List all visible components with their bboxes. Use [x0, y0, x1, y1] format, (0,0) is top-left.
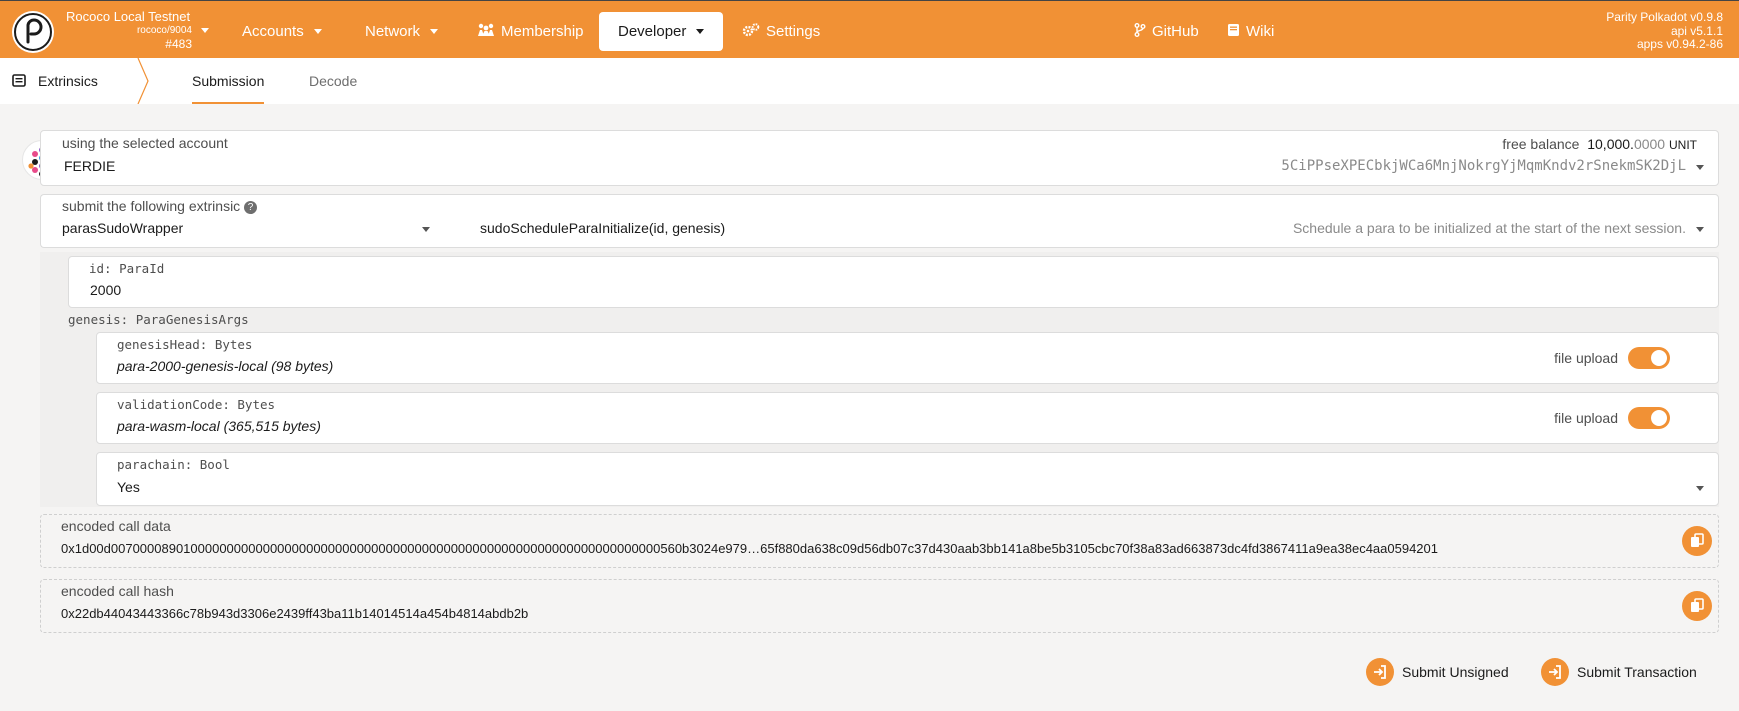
- gears-icon: [742, 13, 760, 52]
- top-navbar: Rococo Local Testnet rococo/9004 #483 Ac…: [0, 0, 1739, 58]
- breadcrumb-chevron-icon: [137, 58, 149, 104]
- method-value: sudoScheduleParaInitialize(id, genesis): [480, 220, 726, 236]
- copy-icon: [1691, 598, 1704, 612]
- encoded-call-hash-field: encoded call hash 0x22db44043443366c78b9…: [40, 579, 1719, 633]
- free-balance: free balance 10,000.0000 UNIT: [1502, 136, 1697, 152]
- param-validation-code-field[interactable]: validationCode: Bytes para-wasm-local (3…: [96, 392, 1719, 444]
- account-address: 5CiPPseXPECbkjWCa6MnjNokrgYjMqmKndv2rSne…: [1281, 158, 1686, 174]
- users-icon: [477, 13, 495, 52]
- file-upload-toggle[interactable]: [1628, 407, 1670, 429]
- param-validation-code-value: para-wasm-local (365,515 bytes): [117, 418, 321, 434]
- chevron-down-icon: [1696, 486, 1704, 491]
- nav-github-label: GitHub: [1152, 23, 1199, 40]
- method-description: Schedule a para to be initialized at the…: [1292, 220, 1686, 236]
- balance-integer: 10,000.: [1587, 136, 1634, 152]
- chevron-down-icon: [1696, 165, 1704, 170]
- param-id-value: 2000: [90, 282, 122, 298]
- nav-network-label: Network: [365, 23, 421, 40]
- chevron-down-icon: [1696, 227, 1704, 232]
- version-info: Parity Polkadot v0.9.8 api v5.1.1 apps v…: [1606, 10, 1723, 52]
- book-icon: [1227, 13, 1240, 52]
- nav-settings-label: Settings: [766, 23, 821, 40]
- chevron-down-icon: [430, 29, 439, 34]
- module-select[interactable]: submit the following extrinsic ? parasSu…: [40, 194, 446, 248]
- encoded-call-hash-value: 0x22db44043443366c78b943d3306e2439ff43ba…: [61, 606, 529, 621]
- encoded-call-data-label: encoded call data: [61, 518, 171, 534]
- extrinsics-icon: [12, 59, 26, 105]
- tab-decode-label: Decode: [309, 73, 358, 89]
- module-value: parasSudoWrapper: [62, 220, 184, 236]
- encoded-call-hash-label: encoded call hash: [61, 583, 174, 599]
- balance-unit: UNIT: [1669, 138, 1697, 152]
- nav-membership-label: Membership: [501, 23, 584, 40]
- encoded-call-data-value: 0x1d00d007000089010000000000000000000000…: [61, 541, 1438, 556]
- section-title: Extrinsics: [12, 58, 98, 104]
- apps-version: apps v0.94.2-86: [1636, 37, 1723, 51]
- nav-membership[interactable]: Membership: [465, 12, 596, 51]
- sign-in-icon: [1366, 658, 1394, 686]
- validation-code-file-upload: file upload: [1554, 407, 1670, 429]
- submit-transaction-button[interactable]: Submit Transaction: [1541, 658, 1697, 686]
- nav-github[interactable]: GitHub: [1122, 12, 1211, 51]
- chain-selector[interactable]: Rococo Local Testnet rococo/9004 #483: [66, 10, 216, 51]
- chain-name: Rococo Local Testnet: [66, 9, 191, 24]
- param-genesis-head-value: para-2000-genesis-local (98 bytes): [117, 358, 334, 374]
- balance-decimals: 0000: [1633, 136, 1666, 152]
- submit-transaction-label: Submit Transaction: [1577, 664, 1697, 680]
- copy-call-data-button[interactable]: [1682, 526, 1712, 556]
- param-id-field[interactable]: id: ParaId 2000: [68, 256, 1719, 308]
- chevron-down-icon: [201, 28, 209, 33]
- nav-developer-label: Developer: [618, 23, 687, 40]
- account-label: using the selected account: [62, 135, 228, 151]
- encoded-call-data-field: encoded call data 0x1d00d007000089010000…: [40, 514, 1719, 568]
- help-icon[interactable]: ?: [244, 201, 258, 214]
- tab-decode[interactable]: Decode: [295, 58, 371, 104]
- tab-submission-label: Submission: [192, 73, 265, 89]
- sub-navbar: Extrinsics Submission Decode: [0, 58, 1739, 104]
- submit-unsigned-button[interactable]: Submit Unsigned: [1366, 658, 1509, 686]
- account-name: FERDIE: [64, 158, 116, 174]
- sign-in-icon: [1541, 658, 1569, 686]
- param-parachain-value: Yes: [117, 479, 140, 495]
- section-title-label: Extrinsics: [38, 73, 98, 89]
- code-branch-icon: [1134, 13, 1146, 52]
- submit-unsigned-label: Submit Unsigned: [1402, 664, 1509, 680]
- free-balance-label: free balance: [1502, 136, 1580, 152]
- nav-wiki-label: Wiki: [1246, 23, 1275, 40]
- file-upload-toggle[interactable]: [1628, 347, 1670, 369]
- chain-spec: rococo/9004: [136, 25, 192, 36]
- copy-icon: [1691, 533, 1704, 547]
- nav-developer[interactable]: Developer: [599, 12, 724, 51]
- polkadot-logo-icon[interactable]: [12, 11, 54, 53]
- nav-settings[interactable]: Settings: [730, 12, 832, 51]
- app-version: Parity Polkadot v0.9.8: [1606, 10, 1723, 24]
- param-parachain-label: parachain: Bool: [117, 457, 230, 472]
- block-number: #483: [165, 37, 192, 51]
- extrinsic-label-text: submit the following extrinsic: [62, 198, 241, 214]
- extrinsic-label: submit the following extrinsic ?: [62, 198, 258, 214]
- chevron-down-icon: [696, 29, 705, 34]
- chevron-down-icon: [422, 227, 430, 232]
- param-id-label: id: ParaId: [89, 261, 165, 276]
- param-genesis-head-label: genesisHead: Bytes: [117, 337, 253, 352]
- nav-accounts-label: Accounts: [242, 23, 304, 40]
- api-version: api v5.1.1: [1670, 23, 1723, 38]
- file-upload-label: file upload: [1554, 350, 1618, 366]
- account-selector[interactable]: using the selected account FERDIE free b…: [40, 130, 1719, 186]
- param-validation-code-label: validationCode: Bytes: [117, 397, 276, 412]
- copy-call-hash-button[interactable]: [1682, 591, 1712, 621]
- param-genesis-label: genesis: ParaGenesisArgs: [68, 312, 249, 327]
- nav-wiki[interactable]: Wiki: [1215, 12, 1286, 51]
- genesis-head-file-upload: file upload: [1554, 347, 1670, 369]
- nav-accounts[interactable]: Accounts: [230, 12, 334, 51]
- nav-network[interactable]: Network: [353, 12, 450, 51]
- param-genesis-head-field[interactable]: genesisHead: Bytes para-2000-genesis-loc…: [96, 332, 1719, 384]
- method-select[interactable]: sudoScheduleParaInitialize(id, genesis) …: [446, 194, 1719, 248]
- chevron-down-icon: [313, 29, 322, 34]
- param-parachain-select[interactable]: parachain: Bool Yes: [96, 452, 1719, 506]
- tab-submission[interactable]: Submission: [178, 58, 278, 104]
- file-upload-label: file upload: [1554, 410, 1618, 426]
